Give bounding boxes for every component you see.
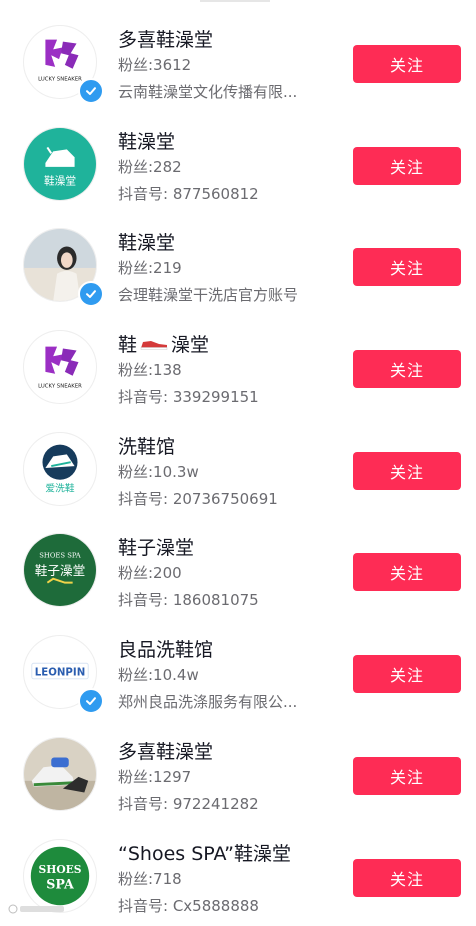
fans-count: 粉丝:1297 <box>118 766 191 787</box>
verified-badge-icon <box>78 78 104 104</box>
svg-text:SHOES SPA: SHOES SPA <box>39 552 81 560</box>
account-subtitle: 会理鞋澡堂干洗店官方账号 <box>118 284 298 305</box>
list-item[interactable]: 鞋澡堂 鞋澡堂 粉丝:282 抖音号: 877560812 关注 <box>0 113 476 215</box>
svg-text:爱洗鞋: 爱洗鞋 <box>45 481 74 494</box>
watermark-logo <box>8 903 68 918</box>
fans-count: 粉丝:138 <box>118 359 182 380</box>
avatar[interactable]: SHOES SPA 鞋子澡堂 <box>23 533 97 607</box>
svg-text:鞋子澡堂: 鞋子澡堂 <box>35 563 86 578</box>
account-name-part: 澡堂 <box>171 334 209 356</box>
follow-button[interactable]: 关注 <box>353 757 461 795</box>
account-name: “Shoes SPA”鞋澡堂 <box>118 839 291 866</box>
account-name: 鞋 澡堂 <box>118 330 209 357</box>
follow-button[interactable]: 关注 <box>353 350 461 388</box>
svg-text:鞋澡堂: 鞋澡堂 <box>44 174 76 187</box>
account-name-part: 鞋 <box>118 334 137 356</box>
account-name: 多喜鞋澡堂 <box>118 25 213 52</box>
list-item[interactable]: LEONPIN 良品洗鞋馆 粉丝:10.4w 郑州良品洗涤服务有限公... 关注 <box>0 621 476 723</box>
account-list: LUCKY SNEAKER 多喜鞋澡堂 粉丝:3612 云南鞋澡堂文化传播有限.… <box>0 11 476 926</box>
account-name: 鞋子澡堂 <box>118 533 194 560</box>
list-item[interactable]: LUCKY SNEAKER 鞋澡堂 粉丝:138 抖音号: 339299151 … <box>0 316 476 418</box>
follow-button[interactable]: 关注 <box>353 553 461 591</box>
svg-text:LEONPIN: LEONPIN <box>35 668 86 679</box>
svg-text:LUCKY SNEAKER: LUCKY SNEAKER <box>38 76 82 82</box>
svg-text:SHOES: SHOES <box>39 863 82 876</box>
list-item[interactable]: LUCKY SNEAKER 多喜鞋澡堂 粉丝:3612 云南鞋澡堂文化传播有限.… <box>0 11 476 113</box>
fans-count: 粉丝:219 <box>118 257 182 278</box>
account-subtitle: 抖音号: Cx5888888 <box>118 895 259 916</box>
avatar[interactable]: LUCKY SNEAKER <box>23 330 97 404</box>
account-subtitle: 郑州良品洗涤服务有限公... <box>118 691 297 712</box>
account-subtitle: 抖音号: 339299151 <box>118 386 259 407</box>
shoe-emoji-icon <box>139 338 169 350</box>
follow-button[interactable]: 关注 <box>353 655 461 693</box>
avatar[interactable]: 爱洗鞋 <box>23 432 97 506</box>
account-subtitle: 抖音号: 877560812 <box>118 183 259 204</box>
fans-count: 粉丝:282 <box>118 156 182 177</box>
verified-badge-icon <box>78 281 104 307</box>
follow-button[interactable]: 关注 <box>353 147 461 185</box>
avatar[interactable]: 鞋澡堂 <box>23 127 97 201</box>
account-subtitle: 抖音号: 972241282 <box>118 793 259 814</box>
list-item[interactable]: SHOES SPA 鞋子澡堂 鞋子澡堂 粉丝:200 抖音号: 18608107… <box>0 519 476 621</box>
account-name: 多喜鞋澡堂 <box>118 737 213 764</box>
verified-badge-icon <box>78 688 104 714</box>
follow-button[interactable]: 关注 <box>353 452 461 490</box>
list-item[interactable]: 鞋澡堂 粉丝:219 会理鞋澡堂干洗店官方账号 关注 <box>0 214 476 316</box>
account-subtitle: 抖音号: 186081075 <box>118 589 259 610</box>
top-divider <box>200 0 270 2</box>
account-name: 良品洗鞋馆 <box>118 635 213 662</box>
fans-count: 粉丝:200 <box>118 562 182 583</box>
list-item[interactable]: 爱洗鞋 洗鞋馆 粉丝:10.3w 抖音号: 20736750691 关注 <box>0 418 476 520</box>
list-item[interactable]: SHOES SPA “Shoes SPA”鞋澡堂 粉丝:718 抖音号: Cx5… <box>0 825 476 926</box>
account-name: 鞋澡堂 <box>118 228 175 255</box>
follow-button[interactable]: 关注 <box>353 859 461 897</box>
avatar[interactable]: SHOES SPA <box>23 839 97 913</box>
fans-count: 粉丝:718 <box>118 868 182 889</box>
account-subtitle: 云南鞋澡堂文化传播有限... <box>118 81 297 102</box>
account-subtitle: 抖音号: 20736750691 <box>118 488 278 509</box>
follow-button[interactable]: 关注 <box>353 45 461 83</box>
account-name: 鞋澡堂 <box>118 127 175 154</box>
svg-text:LUCKY SNEAKER: LUCKY SNEAKER <box>38 383 82 389</box>
list-item[interactable]: 多喜鞋澡堂 粉丝:1297 抖音号: 972241282 关注 <box>0 723 476 825</box>
account-name: 洗鞋馆 <box>118 432 175 459</box>
fans-count: 粉丝:10.3w <box>118 461 199 482</box>
fans-count: 粉丝:3612 <box>118 54 191 75</box>
svg-text:SPA: SPA <box>46 876 74 891</box>
follow-button[interactable]: 关注 <box>353 248 461 286</box>
fans-count: 粉丝:10.4w <box>118 664 199 685</box>
avatar[interactable] <box>23 737 97 811</box>
